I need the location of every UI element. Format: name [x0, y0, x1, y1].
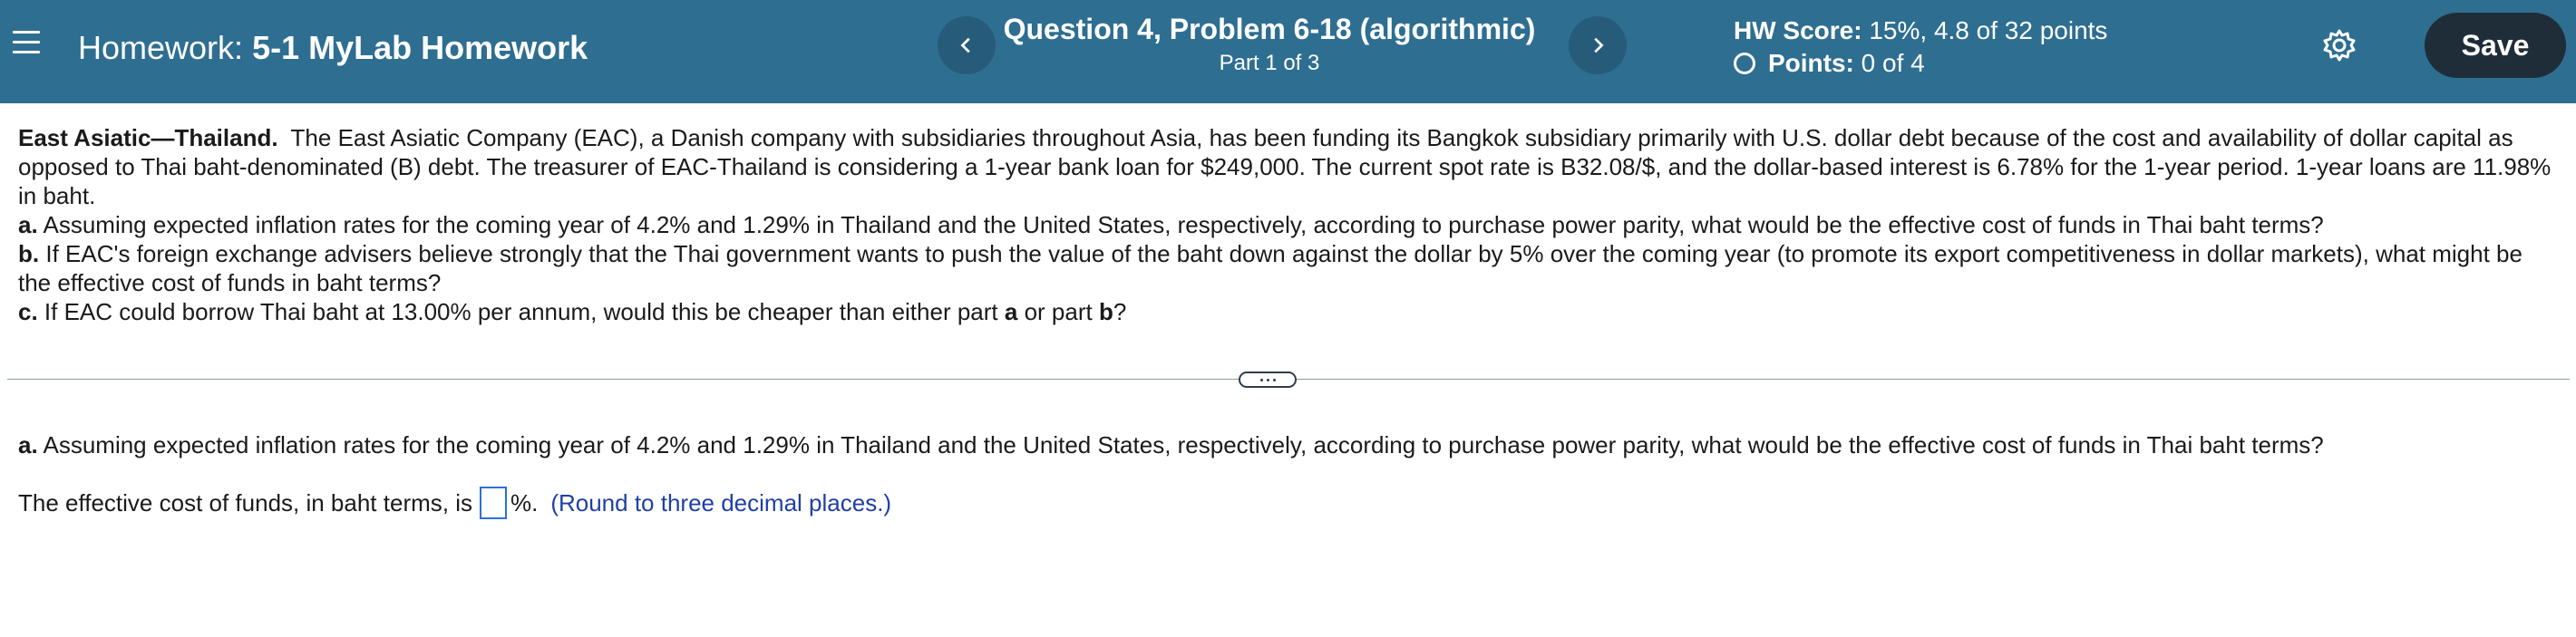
question-text: East Asiatic—Thailand. The East Asiatic … — [18, 123, 2557, 326]
part-a-label: a. — [18, 211, 38, 238]
homework-name: 5-1 MyLab Homework — [252, 29, 588, 66]
rounding-hint: (Round to three decimal places.) — [550, 488, 892, 516]
hw-score-label: HW Score: — [1734, 16, 1862, 44]
question-part-c: c. If EAC could borrow Thai baht at 13.0… — [18, 297, 2557, 326]
question-part-b: b. If EAC's foreign exchange advisers be… — [18, 239, 2557, 297]
answer-line: The effective cost of funds, in baht ter… — [18, 487, 891, 519]
points: Points: 0 of 4 — [1734, 49, 1925, 78]
part-c-label: c. — [18, 298, 38, 325]
expand-divider-button[interactable] — [1239, 372, 1297, 388]
homework-title: Homework: 5-1 MyLab Homework — [78, 29, 588, 67]
part-c-ref-a: a — [1004, 298, 1018, 325]
question-intro-title: East Asiatic—Thailand. — [18, 124, 278, 151]
part-c-ref-b: b — [1098, 298, 1113, 325]
part-c-or: or part — [1024, 298, 1093, 325]
chevron-left-icon — [960, 37, 970, 53]
part-a-text: Assuming expected inflation rates for th… — [43, 211, 2324, 238]
answer-input[interactable] — [479, 487, 507, 519]
ellipsis-icon — [1259, 378, 1263, 381]
top-bar: Homework: 5-1 MyLab Homework Question 4,… — [0, 0, 2576, 103]
question-title: Question 4, Problem 6-18 (algorithmic) — [1003, 13, 1536, 45]
points-value: 0 of 4 — [1861, 49, 1925, 77]
current-part-question: a. Assuming expected inflation rates for… — [18, 431, 2324, 459]
question-intro: East Asiatic—Thailand. The East Asiatic … — [18, 123, 2557, 210]
hw-score-value: 15%, 4.8 of 32 points — [1869, 16, 2108, 44]
current-part-label: a. — [18, 431, 38, 458]
gear-icon[interactable] — [2321, 27, 2357, 63]
answer-prefix: The effective cost of funds, in baht ter… — [18, 488, 472, 516]
ellipsis-dot — [1272, 378, 1276, 381]
part-label: Part 1 of 3 — [1219, 51, 1320, 75]
homework-prefix: Homework: — [78, 29, 244, 66]
points-status-icon — [1734, 53, 1755, 74]
chevron-right-icon — [1594, 37, 1604, 53]
hw-score: HW Score: 15%, 4.8 of 32 points — [1734, 16, 2107, 45]
menu-icon[interactable] — [13, 31, 40, 54]
question-intro-text: The East Asiatic Company (EAC), a Danish… — [18, 124, 2552, 209]
part-c-end: ? — [1113, 298, 1127, 325]
answer-suffix: %. — [510, 488, 539, 516]
part-c-text: If EAC could borrow Thai baht at 13.00% … — [44, 298, 998, 325]
question-part-a: a. Assuming expected inflation rates for… — [18, 210, 2557, 239]
ellipsis-dot — [1266, 378, 1269, 381]
part-b-label: b. — [18, 240, 40, 267]
current-part-text: Assuming expected inflation rates for th… — [43, 431, 2324, 458]
save-button[interactable]: Save — [2425, 13, 2566, 78]
next-question-button[interactable] — [1569, 16, 1627, 74]
part-b-text: If EAC's foreign exchange advisers belie… — [18, 240, 2523, 296]
points-label: Points: — [1768, 49, 1854, 77]
